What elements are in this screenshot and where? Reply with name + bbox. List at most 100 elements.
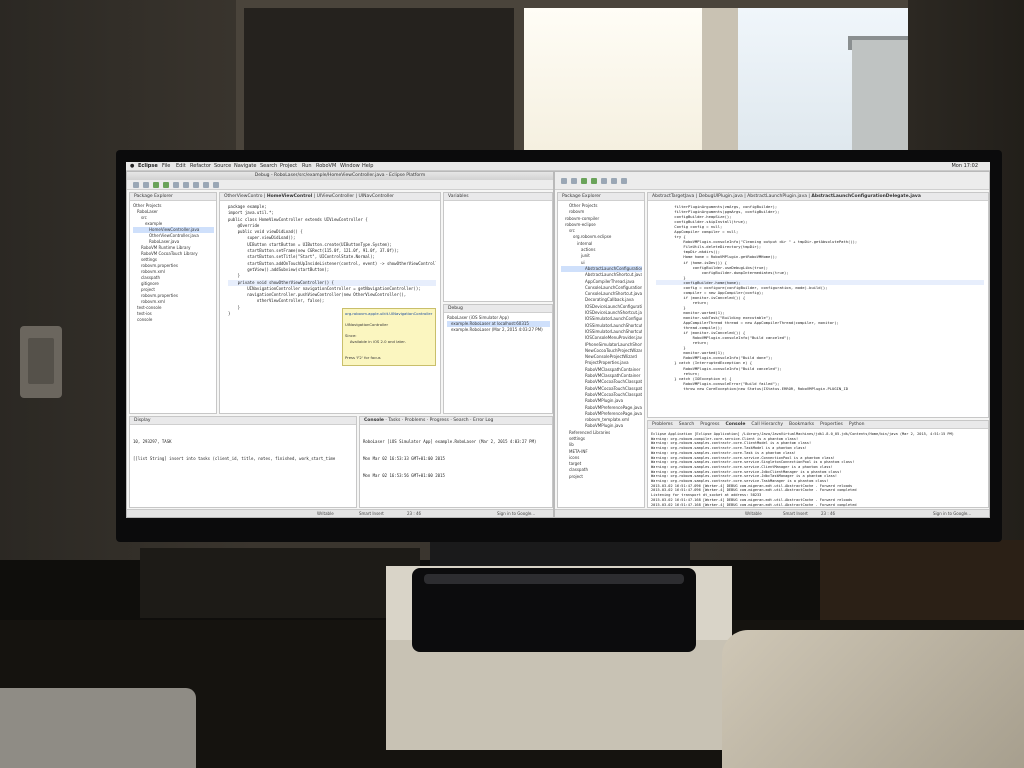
tab-debug[interactable]: Debug — [444, 305, 552, 313]
debug-icon[interactable] — [163, 182, 169, 188]
editor-tab[interactable]: AbstractTargetJava — [652, 194, 694, 199]
console-tab[interactable]: Progress — [700, 422, 719, 427]
tooltip-line: Press 'F2' for focus — [345, 355, 381, 360]
console-line: Eclipse Application [Eclipse Application… — [651, 432, 954, 436]
tree-item[interactable]: project — [561, 474, 642, 480]
code-area[interactable]: package example; import java.util.*; publi… — [228, 204, 436, 317]
search-icon[interactable] — [173, 182, 179, 188]
editor-tab[interactable]: UIViewController — [317, 194, 354, 199]
console-tab[interactable]: Properties — [820, 422, 843, 427]
console-output[interactable]: Eclipse Application [Eclipse Application… — [651, 432, 985, 507]
tab-error-log[interactable]: Error Log — [473, 418, 493, 423]
menu-window[interactable]: Window — [340, 162, 360, 171]
editor-tab[interactable]: AbstractLaunchPlugin.java — [747, 194, 807, 199]
status-writable: Writable — [745, 511, 762, 516]
debug-icon[interactable] — [591, 178, 597, 184]
status-writable: Writable — [317, 511, 334, 516]
editor-tab-active[interactable]: AbstractLaunchConfigurationDelegate.java — [811, 194, 921, 199]
console-tab-bar: Console · Tasks · Problems · Progress · … — [360, 417, 552, 425]
new-icon[interactable] — [561, 178, 567, 184]
java-editor[interactable]: AbstractTargetJava | DebugUIPlugin.java … — [647, 192, 989, 418]
status-bar: Writable Smart Insert 23 : 46 Sign in to… — [555, 509, 989, 517]
search-icon[interactable] — [601, 178, 607, 184]
tab-console[interactable]: Console — [364, 418, 384, 423]
cardboard-box-side — [386, 640, 732, 750]
menu-navigate[interactable]: Navigate — [234, 162, 256, 171]
javadoc-tooltip: org.robovm.apple.uikit.UINavigationContr… — [342, 308, 436, 366]
new-icon[interactable] — [133, 182, 139, 188]
tab-progress[interactable]: Progress — [430, 418, 449, 423]
menubar-clock[interactable]: Mon 17:02 — [951, 162, 978, 171]
display-view: Display 10, 293297, TASK [[list String] … — [129, 416, 357, 508]
project-tree: Other Projects robovm robovm-compiler robov… — [561, 203, 642, 480]
window-pane-bright — [524, 8, 702, 150]
laptop-corner — [0, 688, 196, 768]
class-icon[interactable] — [621, 178, 627, 184]
menu-search[interactable]: Search — [260, 162, 277, 171]
display-output[interactable]: 10, 293297, TASK [[list String] insert i… — [133, 428, 353, 473]
debug-item[interactable]: example.RoboLaser (Mar 2, 2015 4:03:27 P… — [447, 327, 550, 333]
menu-robovm[interactable]: RoboVM — [316, 162, 336, 171]
console-tab[interactable]: Bookmarks — [789, 422, 814, 427]
menu-project[interactable]: Project — [280, 162, 297, 171]
tab-display[interactable]: Display — [130, 417, 356, 425]
tab-tasks[interactable]: Tasks — [388, 418, 400, 423]
console-tab[interactable]: Call Hierarchy — [751, 422, 783, 427]
apple-icon[interactable]: ● — [130, 162, 134, 171]
menu-edit[interactable]: Edit — [176, 162, 186, 171]
eclipse-window-right: Package Explorer Other Projects robovm rob… — [554, 171, 990, 518]
tab-search[interactable]: Search — [453, 418, 468, 423]
status-insert-mode: Smart Insert — [783, 511, 808, 516]
variables-view: Variables — [443, 192, 553, 302]
wooden-floor — [820, 540, 1024, 620]
tab-package-explorer[interactable]: Package Explorer — [558, 193, 644, 201]
monitor-stand — [430, 540, 690, 568]
package-icon[interactable] — [183, 182, 189, 188]
save-icon[interactable] — [143, 182, 149, 188]
status-cursor-position: 23 : 46 — [407, 511, 422, 516]
console-tab[interactable]: Python — [849, 422, 865, 427]
editor-tab[interactable]: OtherViewContro — [224, 194, 262, 199]
console-output[interactable]: RoboLaser [iOS Simulator App] example.Ro… — [363, 428, 549, 490]
menu-help[interactable]: Help — [362, 162, 373, 171]
debug-tree: RoboLaser (iOS Simulator App) example.Ro… — [447, 315, 550, 333]
window-mullion — [702, 8, 738, 150]
tab-problems[interactable]: Problems — [405, 418, 426, 423]
editor-tab[interactable]: UINavController — [358, 194, 394, 199]
menu-eclipse[interactable]: Eclipse — [138, 162, 158, 171]
menu-run[interactable]: Run — [302, 162, 312, 171]
back-icon[interactable] — [203, 182, 209, 188]
google-sign-in-link[interactable]: Sign in to Google... — [497, 510, 535, 518]
package-icon[interactable] — [611, 178, 617, 184]
tree-item[interactable]: console — [133, 317, 214, 323]
console-tab[interactable]: Search — [679, 422, 694, 427]
display-line: [[list String] insert into tasks (client… — [133, 455, 336, 461]
console-view-left: Console · Tasks · Problems · Progress · … — [359, 416, 553, 508]
java-editor[interactable]: OtherViewContro | HomeViewControl | UIVi… — [219, 192, 441, 414]
console-line: Mon Mar 02 16:53:56 GMT+01:00 2015 — [363, 472, 445, 478]
console-tab[interactable]: Console — [725, 422, 745, 427]
forward-icon[interactable] — [213, 182, 219, 188]
editor-tab-active[interactable]: HomeViewControl — [267, 194, 312, 199]
code-line: throw new CoreException(new Status(IStat… — [656, 385, 849, 391]
run-icon[interactable] — [581, 178, 587, 184]
menu-file[interactable]: File — [162, 162, 170, 171]
mac-menubar: ● Eclipse File Edit Refactor Source Navi… — [126, 162, 990, 171]
toolbar — [555, 172, 989, 190]
tab-variables[interactable]: Variables — [444, 193, 552, 201]
menu-refactor[interactable]: Refactor — [190, 162, 211, 171]
save-icon[interactable] — [571, 178, 577, 184]
editor-tab[interactable]: DebugUIPlugin.java — [699, 194, 743, 199]
window-title: Debug - RoboLaser/src/example/HomeViewCo… — [127, 172, 553, 180]
menu-source[interactable]: Source — [214, 162, 231, 171]
code-area[interactable]: filterPluginArguments(vmArgs, configBuil… — [656, 204, 984, 391]
console-tab[interactable]: Problems — [652, 422, 673, 427]
building — [852, 40, 912, 150]
console-view: Problems Search Progress Console Call Hierar… — [647, 420, 989, 508]
run-icon[interactable] — [153, 182, 159, 188]
pillow — [722, 630, 1024, 768]
google-sign-in-link[interactable]: Sign in to Google... — [933, 510, 971, 518]
console-line: RoboLaser [iOS Simulator App] example.Ro… — [363, 439, 537, 445]
class-icon[interactable] — [193, 182, 199, 188]
tab-package-explorer[interactable]: Package Explorer — [130, 193, 216, 201]
